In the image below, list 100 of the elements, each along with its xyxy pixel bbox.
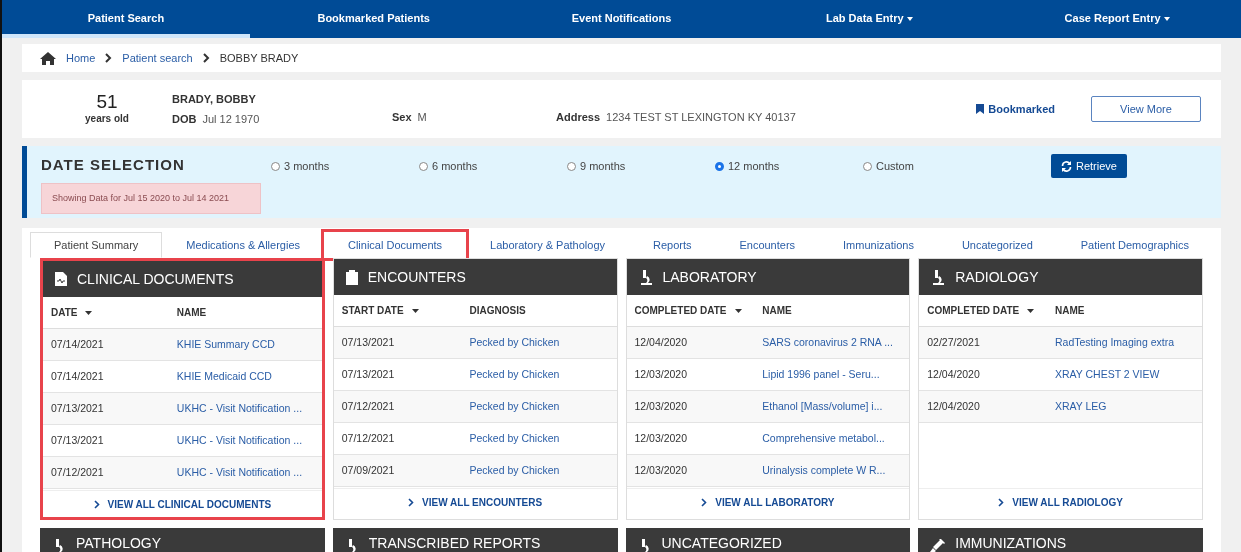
panel-title: PATHOLOGY bbox=[76, 534, 162, 552]
document-icon bbox=[55, 272, 67, 286]
chevron-icon bbox=[998, 497, 1005, 507]
table-cell-text: 07/13/2021 bbox=[50, 400, 105, 416]
radio-option[interactable]: 6 months bbox=[419, 158, 567, 175]
table-link[interactable]: Lipid 1996 panel - Seru... bbox=[762, 367, 880, 380]
table-cell-text: 07/12/2021 bbox=[340, 430, 396, 446]
table-link[interactable]: Pecked by Chicken bbox=[469, 335, 560, 348]
retrieve-button[interactable]: Retrieve bbox=[1051, 154, 1127, 178]
chevron-icon bbox=[93, 499, 100, 509]
table-link[interactable]: RadTesting Imaging extra bbox=[1054, 335, 1175, 348]
column-header[interactable]: START DATE bbox=[341, 303, 404, 318]
view-all-link[interactable]: VIEW ALL RADIOLOGY bbox=[998, 494, 1123, 510]
table-cell-text: 12/04/2020 bbox=[926, 366, 981, 382]
panel-title: CLINICAL DOCUMENTS bbox=[77, 269, 234, 289]
table-cell-text: 07/13/2021 bbox=[340, 334, 396, 350]
table-cell-text: 07/09/2021 bbox=[340, 462, 396, 478]
tab[interactable]: Patient Summary bbox=[30, 232, 163, 258]
tab[interactable]: Laboratory & Pathology bbox=[466, 232, 629, 258]
table-link[interactable]: Pecked by Chicken bbox=[469, 399, 560, 412]
table-link[interactable]: KHIE Summary CCD bbox=[176, 337, 275, 350]
view-all-link[interactable]: VIEW ALL CLINICAL DOCUMENTS bbox=[93, 496, 272, 512]
radio-option[interactable]: 12 months bbox=[715, 158, 863, 175]
tab[interactable]: Reports bbox=[629, 232, 716, 258]
view-all-link[interactable]: VIEW ALL ENCOUNTERS bbox=[408, 494, 543, 510]
table-cell-text: 07/12/2021 bbox=[340, 398, 396, 414]
column-header: NAME bbox=[762, 304, 792, 318]
nav-link[interactable]: Patient Search bbox=[2, 0, 250, 38]
table-cell-text: 02/27/2021 bbox=[926, 334, 981, 350]
table-cell-text: 12/03/2020 bbox=[633, 398, 689, 414]
age-value: 51 bbox=[95, 92, 119, 111]
nav-link[interactable]: Lab Data Entry bbox=[745, 0, 994, 38]
table-link[interactable]: Pecked by Chicken bbox=[469, 463, 560, 476]
tab[interactable]: Patient Demographics bbox=[1056, 232, 1213, 258]
dob-label: DOB bbox=[172, 113, 197, 125]
column-header: NAME bbox=[1054, 304, 1085, 318]
table-link[interactable]: XRAY LEG bbox=[1054, 399, 1107, 412]
table-cell-text: 07/13/2021 bbox=[50, 432, 105, 448]
table-cell-text: 12/04/2020 bbox=[926, 398, 981, 414]
table-cell-text: 12/03/2020 bbox=[633, 430, 689, 446]
panel-title: LABORATORY bbox=[662, 267, 757, 287]
radio-option[interactable]: 9 months bbox=[567, 158, 715, 175]
column-header: DIAGNOSIS bbox=[469, 304, 526, 318]
tab[interactable]: Clinical Documents bbox=[324, 232, 467, 258]
radio-option[interactable]: 3 months bbox=[271, 158, 419, 175]
table-link[interactable]: Pecked by Chicken bbox=[469, 431, 560, 444]
syringe-icon bbox=[930, 539, 946, 552]
table-cell-text: 07/14/2021 bbox=[50, 336, 105, 352]
nav-link[interactable]: Event Notifications bbox=[497, 0, 746, 38]
address-value: 1234 TEST ST LEXINGTON KY 40137 bbox=[606, 110, 796, 123]
table-link[interactable]: UKHC - Visit Notification ... bbox=[176, 465, 303, 478]
column-header[interactable]: COMPLETED DATE bbox=[634, 303, 727, 318]
column-header[interactable]: COMPLETED DATE bbox=[927, 303, 1020, 318]
sort-caret-icon bbox=[1027, 308, 1035, 313]
tab[interactable]: Immunizations bbox=[819, 232, 938, 258]
panel-title: ENCOUNTERS bbox=[367, 267, 466, 287]
breadcrumb-link[interactable]: Home bbox=[66, 49, 96, 67]
section-title: DATE SELECTION bbox=[41, 155, 186, 175]
table-link[interactable]: Urinalysis complete W R... bbox=[762, 463, 886, 476]
column-header[interactable]: DATE bbox=[51, 305, 78, 320]
table-link[interactable]: XRAY CHEST 2 VIEW bbox=[1054, 367, 1160, 380]
clipboard-icon bbox=[345, 269, 358, 285]
view-more-button[interactable]: View More bbox=[1091, 96, 1201, 122]
address-label: Address bbox=[556, 110, 601, 123]
radio-option[interactable]: Custom bbox=[863, 158, 1011, 175]
table-link[interactable]: UKHC - Visit Notification ... bbox=[176, 401, 303, 414]
microscope-icon bbox=[931, 269, 946, 285]
table-cell-text: 12/03/2020 bbox=[633, 366, 689, 382]
tab[interactable]: Uncategorized bbox=[937, 232, 1057, 258]
table-link[interactable]: KHIE Medicaid CCD bbox=[176, 369, 272, 382]
table-cell-text: 07/13/2021 bbox=[340, 366, 396, 382]
table-cell-text: 12/04/2020 bbox=[633, 334, 689, 350]
view-all-link[interactable]: VIEW ALL LABORATORY bbox=[701, 494, 835, 510]
nav-link[interactable]: Bookmarked Patients bbox=[249, 0, 498, 38]
sort-caret-icon bbox=[734, 308, 742, 313]
nav-link[interactable]: Case Report Entry bbox=[993, 0, 1241, 38]
table-link[interactable]: UKHC - Visit Notification ... bbox=[176, 433, 303, 446]
dob-value: Jul 12 1970 bbox=[202, 113, 260, 125]
tab[interactable]: Medications & Allergies bbox=[162, 232, 324, 258]
chevron-icon bbox=[202, 53, 210, 63]
tab[interactable]: Encounters bbox=[715, 232, 820, 258]
table-link[interactable]: Comprehensive metabol... bbox=[762, 431, 885, 444]
panel-title: TRANSCRIBED REPORTS bbox=[368, 534, 541, 552]
table-link[interactable]: SARS coronavirus 2 RNA ... bbox=[762, 335, 893, 348]
microscope-icon bbox=[638, 269, 653, 285]
chevron-icon bbox=[408, 497, 415, 507]
breadcrumb-link[interactable]: Patient search bbox=[122, 49, 193, 67]
date-range-notice: Showing Data for Jul 15 2020 to Jul 14 2021 bbox=[41, 182, 261, 214]
bookmark-icon bbox=[976, 104, 985, 114]
chevron-icon bbox=[701, 497, 708, 507]
table-cell-text: 07/14/2021 bbox=[50, 368, 105, 384]
chevron-icon bbox=[105, 53, 113, 63]
table-link[interactable]: Ethanol [Mass/volume] i... bbox=[762, 399, 883, 412]
sort-caret-icon bbox=[85, 310, 93, 315]
table-link[interactable]: Pecked by Chicken bbox=[469, 367, 560, 380]
sort-caret-icon bbox=[411, 308, 419, 313]
sex-value: M bbox=[417, 110, 427, 123]
column-header: NAME bbox=[176, 306, 207, 320]
bookmark-link[interactable]: Bookmarked bbox=[976, 100, 1055, 118]
panel-title: UNCATEGORIZED bbox=[661, 534, 782, 552]
